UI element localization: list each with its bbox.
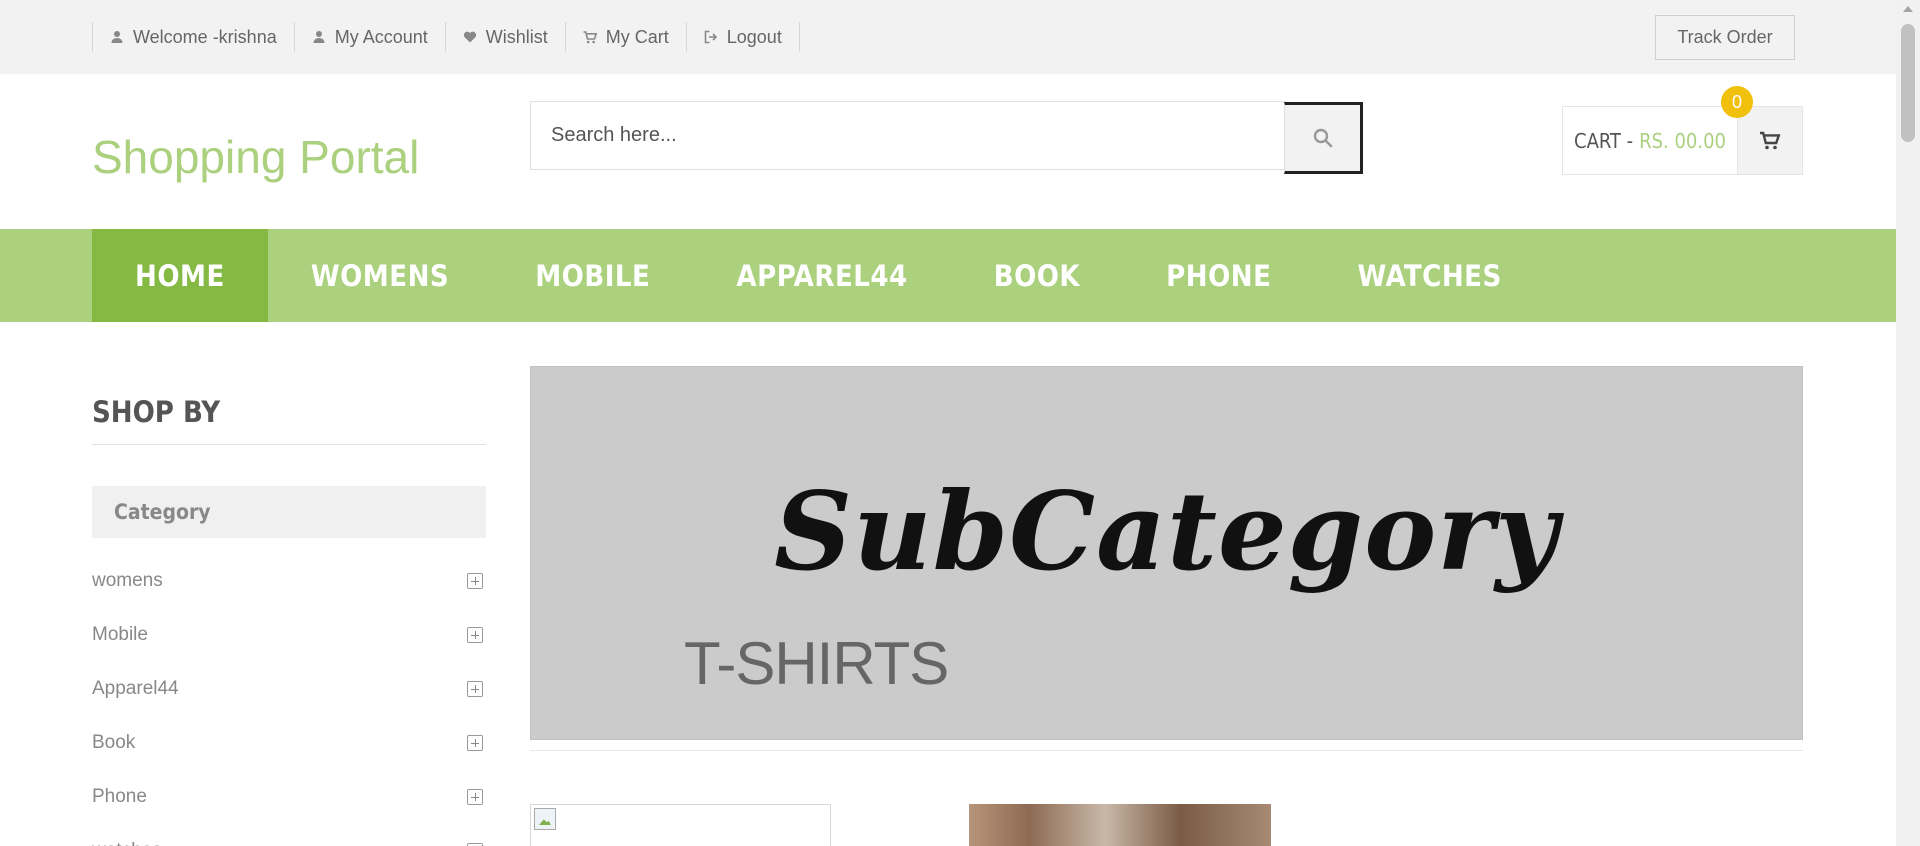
cart-label: CART -: [1574, 128, 1634, 153]
nav-item-book[interactable]: BOOK: [951, 229, 1123, 322]
category-item-apparel44[interactable]: Apparel44: [92, 662, 486, 716]
banner-script-text: SubCategory: [774, 469, 1559, 595]
my-cart-link[interactable]: My Cart: [566, 22, 687, 52]
category-heading: Category: [92, 486, 486, 538]
user-icon: [313, 31, 325, 43]
cart-icon: [1760, 131, 1781, 149]
cart-summary: CART - RS. 00.00: [1563, 107, 1738, 174]
category-label: Apparel44: [92, 678, 179, 699]
category-label: Book: [92, 732, 136, 753]
cart-count-badge: 0: [1721, 86, 1753, 118]
my-account-link[interactable]: My Account: [295, 22, 446, 52]
nav-item-watches[interactable]: WATCHES: [1314, 229, 1544, 322]
category-item-watches[interactable]: watches: [92, 824, 486, 846]
logout-link[interactable]: Logout: [687, 22, 800, 52]
scrollbar[interactable]: [1896, 0, 1920, 846]
subcategory-title: T-SHIRTS: [684, 630, 949, 697]
product-image[interactable]: [969, 804, 1271, 846]
search-input[interactable]: [530, 101, 1286, 170]
category-label: Phone: [92, 786, 147, 807]
nav-item-home[interactable]: HOME: [92, 229, 268, 322]
category-label: Mobile: [92, 624, 148, 645]
expand-plus-icon[interactable]: [467, 735, 483, 751]
cart-icon-box[interactable]: [1738, 107, 1802, 174]
expand-plus-icon[interactable]: [467, 789, 483, 805]
nav-item-womens[interactable]: WOMENS: [268, 229, 492, 322]
main-nav: HOME WOMENS MOBILE APPAREL44 BOOK PHONE …: [0, 229, 1896, 322]
heart-icon: [463, 31, 476, 43]
divider: [530, 750, 1803, 751]
category-label: womens: [92, 570, 163, 591]
wishlist-label: Wishlist: [485, 26, 548, 47]
wishlist-link[interactable]: Wishlist: [446, 22, 566, 52]
cart-icon: [583, 31, 597, 44]
broken-image-icon: [534, 808, 556, 830]
logout-label: Logout: [726, 26, 782, 47]
welcome-link[interactable]: Welcome -krishna: [93, 22, 295, 52]
user-icon: [111, 31, 123, 43]
nav-item-phone[interactable]: PHONE: [1123, 229, 1314, 322]
search-button[interactable]: [1284, 102, 1363, 174]
shop-by-title: SHOP BY: [92, 395, 486, 445]
nav-items: HOME WOMENS MOBILE APPAREL44 BOOK PHONE …: [92, 229, 1545, 322]
scroll-up-arrow-icon[interactable]: [1903, 6, 1913, 12]
track-order-button[interactable]: Track Order: [1655, 15, 1795, 60]
scroll-thumb[interactable]: [1901, 24, 1915, 142]
expand-plus-icon[interactable]: [467, 681, 483, 697]
welcome-label: Welcome -krishna: [133, 26, 277, 47]
cart-amount: RS. 00.00: [1639, 128, 1726, 153]
category-item-book[interactable]: Book: [92, 716, 486, 770]
my-cart-label: My Cart: [605, 26, 669, 47]
category-label: watches: [92, 840, 162, 846]
nav-item-mobile[interactable]: MOBILE: [492, 229, 693, 322]
product-image-broken[interactable]: [530, 804, 831, 846]
category-list: womens Mobile Apparel44 Book Phone watch…: [92, 554, 486, 846]
site-logo[interactable]: Shopping Portal: [92, 130, 419, 184]
category-item-phone[interactable]: Phone: [92, 770, 486, 824]
header-cart[interactable]: CART - RS. 00.00: [1562, 106, 1803, 175]
category-item-womens[interactable]: womens: [92, 554, 486, 608]
expand-plus-icon[interactable]: [467, 627, 483, 643]
nav-item-apparel44[interactable]: APPAREL44: [693, 229, 950, 322]
my-account-label: My Account: [334, 26, 428, 47]
subcategory-banner: SubCategory T-SHIRTS: [530, 366, 1803, 740]
search-icon: [1313, 128, 1332, 148]
top-bar: Welcome -krishna My Account Wishlist My …: [0, 0, 1896, 74]
expand-plus-icon[interactable]: [467, 573, 483, 589]
top-links: Welcome -krishna My Account Wishlist My …: [92, 22, 800, 52]
category-item-mobile[interactable]: Mobile: [92, 608, 486, 662]
sign-out-icon: [704, 30, 717, 44]
